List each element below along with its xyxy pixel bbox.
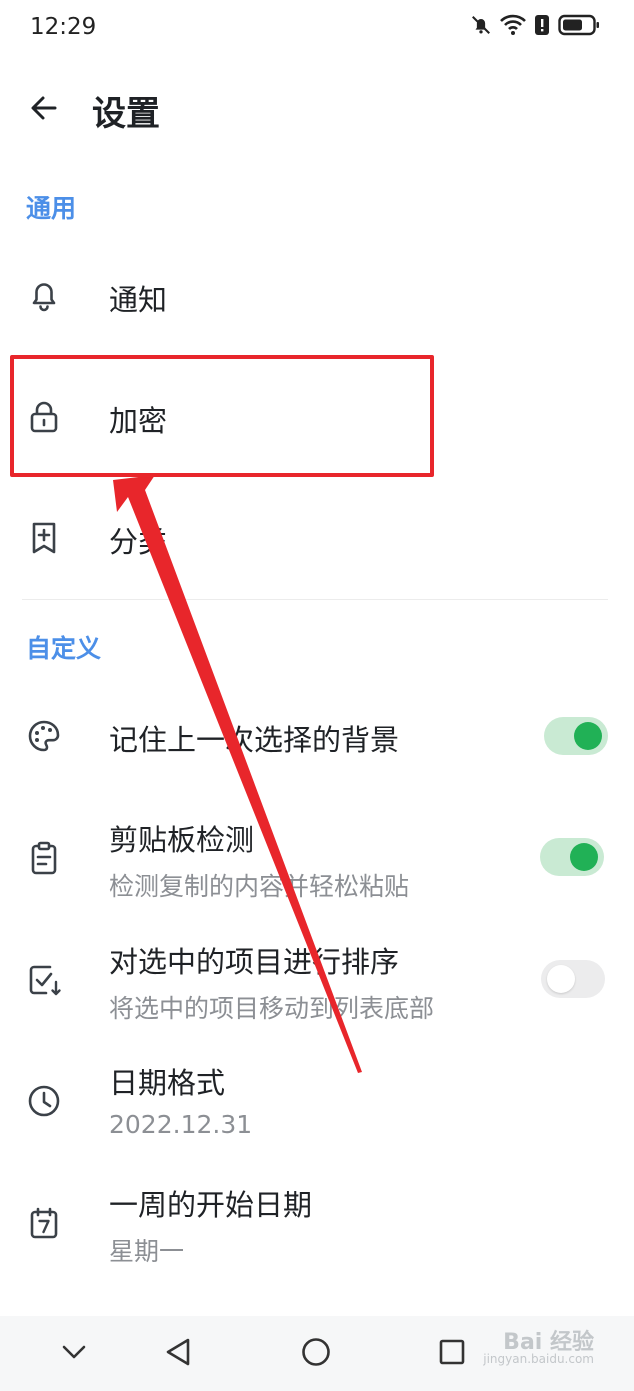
alert-icon (534, 14, 550, 36)
settings-item-label: 分类 (109, 525, 168, 559)
settings-item-clipboard-detection[interactable]: 剪贴板检测 检测复制的内容并轻松粘贴 (0, 815, 634, 911)
back-triangle-icon (164, 1337, 192, 1371)
section-divider (22, 599, 608, 600)
calendar-icon (24, 1203, 64, 1243)
toggle-knob (570, 843, 598, 871)
settings-item-subtitle: 检测复制的内容并轻松粘贴 (109, 872, 410, 901)
settings-item-subtitle: 2022.12.31 (109, 1110, 253, 1139)
settings-item-label: 剪贴板检测 (109, 823, 255, 857)
settings-item-category[interactable]: 分类 (0, 498, 634, 578)
nav-home-button[interactable] (296, 1334, 336, 1374)
app-bar: 设置 (0, 72, 634, 148)
status-time: 12:29 (30, 14, 97, 40)
settings-item-remember-background[interactable]: 记住上一次选择的背景 (0, 696, 634, 776)
settings-item-label: 记住上一次选择的背景 (109, 723, 400, 757)
wifi-icon (500, 14, 526, 36)
nav-back-button[interactable] (158, 1334, 198, 1374)
bell-icon (24, 275, 64, 315)
section-header-general: 通用 (26, 194, 77, 223)
toggle-knob (574, 722, 602, 750)
clipboard-icon (24, 838, 64, 878)
settings-item-notification[interactable]: 通知 (0, 256, 634, 336)
status-bar: 12:29 (0, 0, 634, 56)
back-button[interactable] (22, 88, 66, 132)
settings-item-sort-selected[interactable]: 对选中的项目进行排序 将选中的项目移动到列表底部 (0, 937, 634, 1033)
settings-item-subtitle: 星期一 (109, 1237, 185, 1266)
settings-item-label: 日期格式 (109, 1066, 226, 1100)
page-title: 设置 (92, 94, 160, 134)
settings-item-subtitle: 将选中的项目移动到列表底部 (109, 994, 435, 1023)
recents-square-icon (438, 1338, 466, 1370)
bell-muted-icon (470, 14, 492, 36)
nav-recents-button[interactable] (432, 1334, 472, 1374)
chevron-down-icon (61, 1344, 87, 1364)
palette-icon (24, 716, 64, 756)
clipboard-detection-toggle[interactable] (540, 838, 604, 876)
home-circle-icon (301, 1337, 331, 1371)
settings-item-label: 对选中的项目进行排序 (109, 945, 400, 979)
battery-icon (558, 14, 600, 36)
bookmark-plus-icon (24, 518, 64, 558)
status-icons (470, 14, 600, 36)
settings-item-label: 通知 (109, 283, 168, 317)
watermark: Bai 经验 jingyan.baidu.com (480, 1322, 600, 1368)
settings-item-label: 一周的开始日期 (109, 1188, 313, 1222)
sort-selected-toggle[interactable] (541, 960, 605, 998)
section-header-custom: 自定义 (26, 634, 102, 663)
nav-collapse-button[interactable] (54, 1334, 94, 1374)
settings-item-week-start[interactable]: 一周的开始日期 星期一 (0, 1180, 634, 1276)
back-arrow-icon (28, 92, 60, 128)
settings-item-encryption[interactable]: 加密 (0, 377, 634, 457)
lock-icon (24, 397, 64, 437)
toggle-knob (547, 965, 575, 993)
settings-item-date-format[interactable]: 日期格式 2022.12.31 (0, 1058, 634, 1154)
checkbox-sort-icon (24, 960, 64, 1000)
settings-item-label: 加密 (109, 404, 168, 438)
watermark-sub: jingyan.baidu.com (483, 1352, 594, 1366)
clock-icon (24, 1081, 64, 1121)
remember-background-toggle[interactable] (544, 717, 608, 755)
